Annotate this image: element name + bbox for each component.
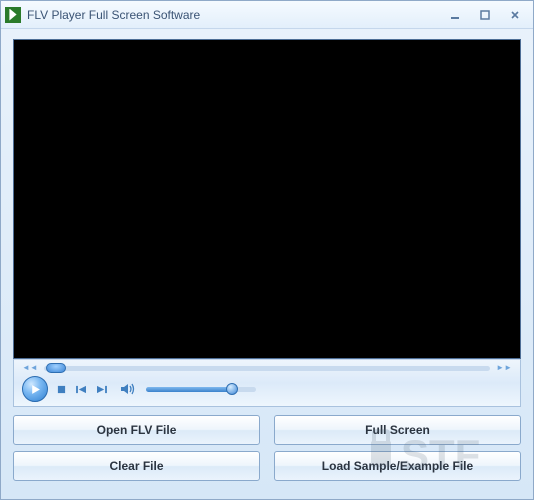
player-controls: ◄◄ ►► [13,359,521,407]
close-button[interactable] [501,6,529,24]
volume-thumb[interactable] [226,383,238,395]
action-buttons: Open FLV File Full Screen Clear File Loa… [13,415,521,481]
client-area: ◄◄ ►► [1,29,533,499]
stop-button[interactable] [54,385,68,394]
open-file-button[interactable]: Open FLV File [13,415,260,445]
app-icon [5,7,21,23]
maximize-button[interactable] [471,6,499,24]
fullscreen-button[interactable]: Full Screen [274,415,521,445]
seek-forward-icon[interactable]: ►► [496,364,512,372]
window-title: FLV Player Full Screen Software [27,8,441,22]
load-sample-button[interactable]: Load Sample/Example File [274,451,521,481]
next-track-button[interactable] [94,385,108,394]
clear-file-button[interactable]: Clear File [13,451,260,481]
seek-thumb[interactable] [46,363,66,373]
window-controls [441,6,529,24]
minimize-button[interactable] [441,6,469,24]
play-button[interactable] [22,376,48,402]
volume-slider[interactable] [146,387,256,392]
video-canvas[interactable] [13,39,521,359]
seek-slider[interactable] [44,366,490,371]
volume-icon[interactable] [120,382,136,396]
app-window: FLV Player Full Screen Software ◄◄ ►► [0,0,534,500]
prev-track-button[interactable] [74,385,88,394]
volume-fill [146,387,232,392]
titlebar: FLV Player Full Screen Software [1,1,533,29]
seek-row: ◄◄ ►► [22,362,512,374]
seek-back-icon[interactable]: ◄◄ [22,364,38,372]
transport-row [22,376,512,402]
